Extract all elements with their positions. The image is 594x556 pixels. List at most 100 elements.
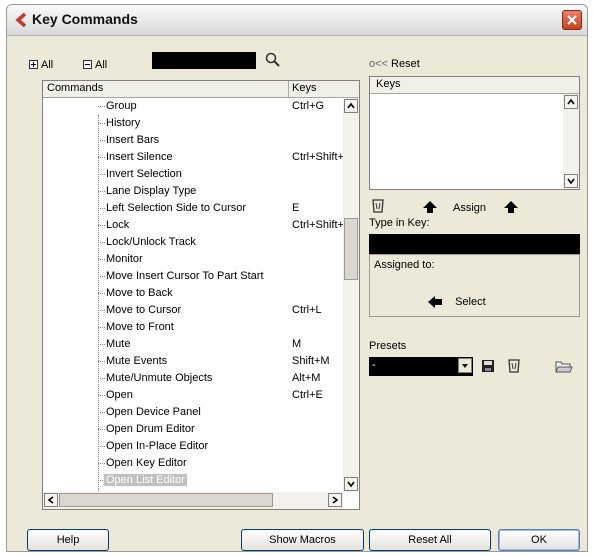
table-row[interactable]: Move to Cursor Ctrl+L [43, 302, 343, 319]
scroll-up-button[interactable] [344, 99, 358, 113]
command-label: Lock/Unlock Track [106, 236, 196, 248]
table-row[interactable]: Monitor [43, 251, 343, 268]
command-label: Insert Bars [106, 134, 160, 146]
chevron-left-icon [47, 496, 54, 504]
command-key: Ctrl+Shift+ [292, 151, 343, 163]
chevron-down-icon [347, 481, 355, 488]
table-row[interactable]: Open Ctrl+E [43, 387, 343, 404]
search-input[interactable] [152, 52, 256, 69]
scrollbar-thumb[interactable] [344, 218, 358, 280]
tree-connector [98, 429, 105, 430]
table-row[interactable]: Mute M [43, 336, 343, 353]
table-row[interactable]: Insert Silence Ctrl+Shift+ [43, 149, 343, 166]
command-label: Open Key Editor [106, 457, 187, 469]
delete-key-icon[interactable] [371, 198, 385, 214]
assigned-to-box: Assigned to: Select [369, 254, 580, 317]
close-button[interactable] [562, 10, 582, 30]
reset-prefix: o<< [369, 58, 388, 70]
table-row[interactable]: Group Ctrl+G [43, 98, 343, 115]
command-key: Ctrl+E [292, 389, 323, 401]
table-row[interactable]: Invert Selection [43, 166, 343, 183]
select-button[interactable]: Select [428, 296, 486, 309]
command-key: E [292, 202, 300, 214]
show-macros-button[interactable]: Show Macros [241, 529, 364, 551]
ok-button[interactable]: OK [498, 529, 580, 551]
column-header-keys[interactable]: Keys [292, 82, 316, 94]
table-row[interactable]: Move Insert Cursor To Part Start [43, 268, 343, 285]
arrow-left-icon [428, 296, 442, 309]
command-label: Mute [106, 338, 131, 350]
chevron-up-icon [347, 102, 355, 109]
help-button[interactable]: Help [27, 529, 109, 551]
chevron-right-icon [332, 496, 339, 504]
table-row[interactable]: History [43, 115, 343, 132]
table-row[interactable]: Open List Editor [43, 472, 343, 489]
column-divider[interactable] [288, 81, 289, 97]
command-key: Ctrl+Shift+ [292, 219, 343, 231]
tree-connector [98, 191, 105, 192]
table-row[interactable]: Mute Events Shift+M [43, 353, 343, 370]
scroll-left-button[interactable] [44, 493, 58, 507]
table-row[interactable]: Open Key Editor [43, 455, 343, 472]
assign-button[interactable]: Assign [453, 202, 486, 214]
type-in-key-label: Type in Key: [369, 217, 430, 229]
keys-scroll-down-button[interactable] [564, 174, 578, 188]
tree-connector [98, 327, 105, 328]
keys-vertical-scrollbar[interactable] [563, 94, 579, 189]
commands-horizontal-scrollbar[interactable] [43, 492, 343, 509]
horizontal-scrollbar-thumb[interactable] [59, 493, 273, 507]
reset-button[interactable]: o<< Reset [369, 58, 420, 70]
presets-dropdown[interactable]: - [369, 357, 473, 376]
type-in-key-field[interactable] [369, 234, 580, 254]
table-row[interactable]: Lock Ctrl+Shift+ [43, 217, 343, 234]
presets-label: Presets [369, 340, 407, 352]
arrow-up-icon [504, 201, 518, 213]
chevron-down-icon [462, 364, 468, 368]
title-bar: Key Commands [7, 5, 587, 36]
keys-scroll-up-button[interactable] [564, 95, 578, 109]
reset-all-button[interactable]: Reset All [369, 529, 491, 551]
table-row[interactable]: Left Selection Side to Cursor E [43, 200, 343, 217]
save-preset-icon[interactable] [481, 359, 495, 373]
open-folder-icon[interactable] [555, 359, 573, 373]
table-row[interactable]: Open Drum Editor [43, 421, 343, 438]
search-icon[interactable] [265, 52, 281, 68]
table-row[interactable]: Insert Bars [43, 132, 343, 149]
table-row[interactable]: Open In-Place Editor [43, 438, 343, 455]
collapse-all-label: All [95, 59, 108, 71]
command-label: Move to Back [106, 287, 173, 299]
scroll-right-button[interactable] [328, 493, 342, 507]
command-label: Monitor [106, 253, 143, 265]
presets-dropdown-arrow[interactable] [458, 358, 472, 373]
tree-connector [98, 310, 105, 311]
command-label: Open In-Place Editor [106, 440, 209, 452]
tree-connector [98, 242, 105, 243]
keys-list[interactable]: Keys [369, 76, 580, 190]
command-label: Invert Selection [106, 168, 182, 180]
scroll-down-button[interactable] [344, 477, 358, 491]
collapse-all-button[interactable]: All [83, 58, 107, 72]
tree-connector [98, 225, 105, 226]
table-row[interactable]: Lock/Unlock Track [43, 234, 343, 251]
command-label: Mute Events [106, 355, 168, 367]
expand-all-button[interactable]: All [29, 58, 53, 72]
tree-connector [98, 106, 105, 107]
commands-vertical-scrollbar[interactable] [343, 98, 359, 492]
command-label: Open Device Panel [106, 406, 201, 418]
table-row[interactable]: Lane Display Type [43, 183, 343, 200]
delete-preset-icon[interactable] [507, 358, 521, 374]
tree-connector [98, 157, 105, 158]
command-label: History [106, 117, 141, 129]
expand-all-label: All [41, 59, 54, 71]
table-row[interactable]: Move to Front [43, 319, 343, 336]
chevron-up-icon [567, 98, 575, 105]
column-header-commands[interactable]: Commands [47, 82, 103, 94]
table-row[interactable]: Open Device Panel [43, 404, 343, 421]
presets-value: - [372, 359, 376, 371]
command-label: Mute/Unmute Objects [106, 372, 213, 384]
tree-connector [98, 259, 105, 260]
table-row[interactable]: Mute/Unmute Objects Alt+M [43, 370, 343, 387]
command-key: Ctrl+L [292, 304, 322, 316]
command-label: Group [106, 100, 137, 112]
table-row[interactable]: Move to Back [43, 285, 343, 302]
